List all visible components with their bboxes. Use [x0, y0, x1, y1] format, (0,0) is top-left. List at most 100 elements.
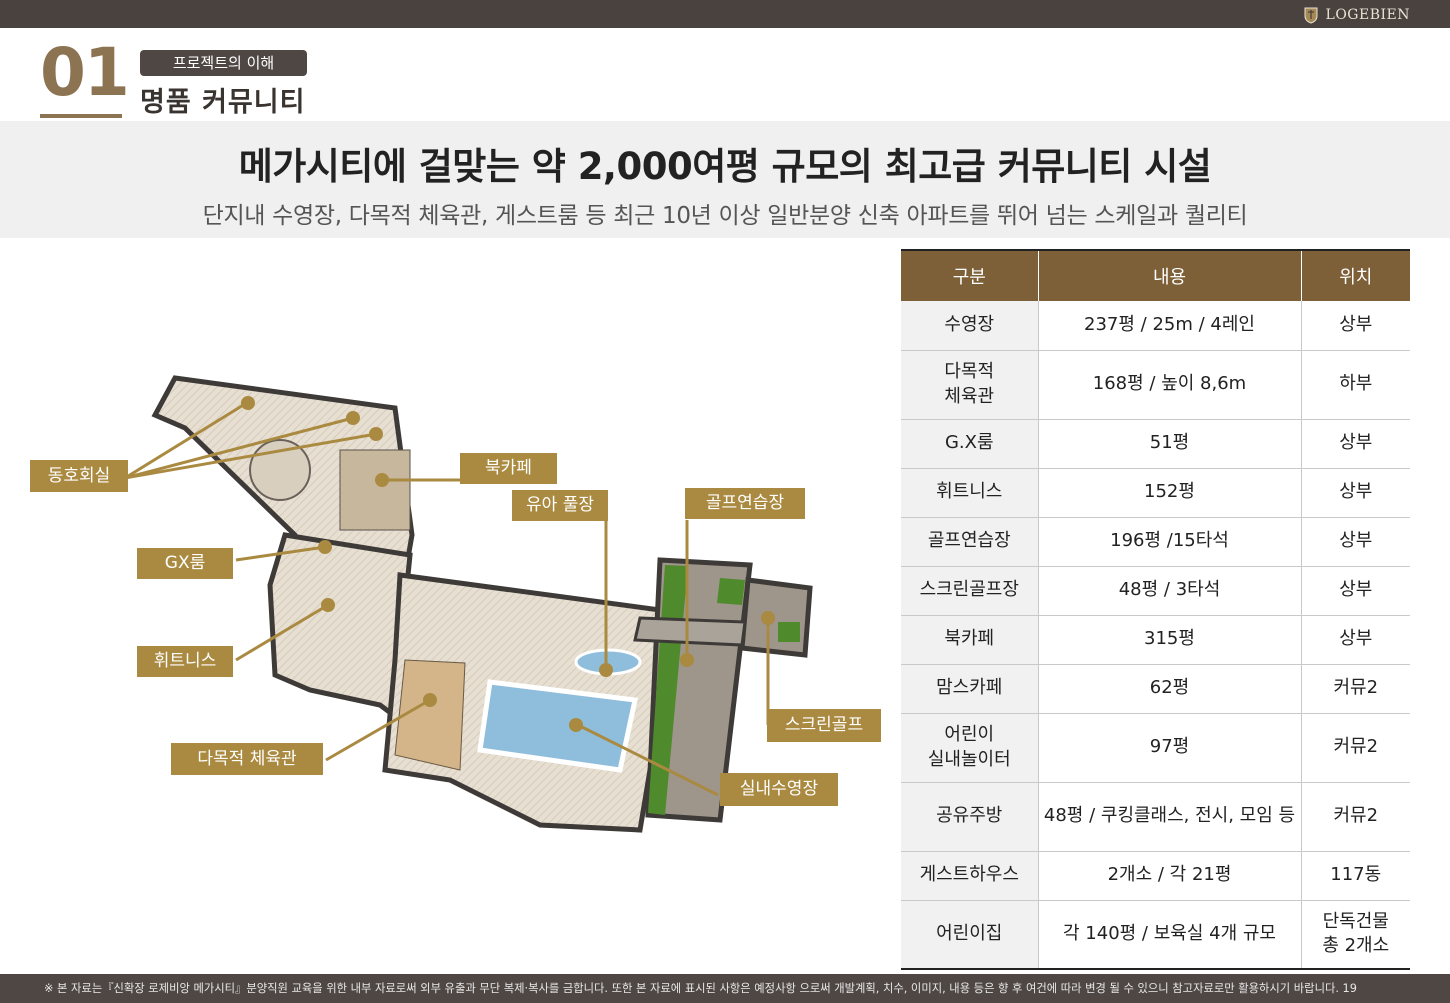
table-row: 북카페 315평 상부	[901, 615, 1410, 665]
cell-category: G.X룸	[901, 419, 1038, 469]
label-kids-pool: 유아 풀장	[512, 490, 608, 521]
cell-line: 상부	[1339, 530, 1373, 552]
cell-location: 커뮤2	[1300, 782, 1410, 852]
plan-bookcafe-room	[339, 449, 411, 531]
cell-line: 스크린골프장	[919, 579, 1019, 601]
cell-line: 97평	[1149, 736, 1190, 758]
cell-category: 스크린골프장	[901, 566, 1038, 616]
cell-location: 상부	[1300, 419, 1410, 469]
cell-category: 골프연습장	[901, 517, 1038, 567]
cell-line: 게스트하우스	[919, 864, 1019, 886]
cell-line: 168평 / 높이 8,6m	[1092, 373, 1247, 395]
cell-content: 315평	[1037, 615, 1301, 665]
cell-location: 상부	[1300, 615, 1410, 665]
cell-location: 단독건물 총 2개소	[1300, 900, 1410, 970]
cell-content: 97평	[1037, 713, 1301, 783]
cell-line: 하부	[1339, 373, 1373, 395]
cell-content: 168평 / 높이 8,6m	[1037, 350, 1301, 420]
top-bar: LOGEBIEN	[0, 0, 1450, 28]
table-body: 수영장 237평 / 25m / 4레인 상부 다목적 체육관 168평 / 높이 8,6…	[901, 301, 1410, 970]
cell-line: 북카페	[944, 628, 995, 650]
section-number: 01	[40, 34, 130, 111]
cell-line: 체육관	[944, 385, 995, 407]
table-row: 골프연습장 196평 /15타석 상부	[901, 517, 1410, 567]
brand-logo: LOGEBIEN	[1302, 6, 1410, 24]
cell-line: 51평	[1149, 432, 1190, 454]
cell-line: 공유주방	[936, 805, 1003, 827]
headline: 메가시티에 걸맞는 약 2,000여평 규모의 최고급 커뮤니티 시설	[238, 145, 1212, 188]
section-tag: 프로젝트의 이해	[140, 50, 307, 76]
page: LOGEBIEN 01 프로젝트의 이해 명품 커뮤니티 메가시티에 걸맞는 약…	[0, 0, 1450, 1003]
table-row: 스크린골프장 48평 / 3타석 상부	[901, 566, 1410, 616]
cell-location: 커뮤2	[1300, 664, 1410, 714]
footer-disclaimer: ※ 본 자료는『신확장 로제비앙 메가시티』분양직원 교육을 위한 내부 자료로…	[0, 974, 1450, 1003]
col-header-category: 구분	[901, 250, 1038, 301]
cell-line: 48평 / 3타석	[1118, 579, 1221, 601]
cell-location: 상부	[1300, 468, 1410, 518]
cell-line: 상부	[1339, 432, 1373, 454]
label-club-room: 동호회실	[30, 460, 128, 492]
cell-line: 다목적	[944, 361, 995, 383]
cell-location: 상부	[1300, 517, 1410, 567]
cell-category: 수영장	[901, 301, 1038, 351]
table-row: 게스트하우스 2개소 / 각 21평 117동	[901, 851, 1410, 901]
cell-content: 51평	[1037, 419, 1301, 469]
cell-category: 휘트니스	[901, 468, 1038, 518]
table-row: G.X룸 51평 상부	[901, 419, 1410, 469]
cell-line: 맘스카페	[936, 677, 1003, 699]
cell-content: 48평 / 쿠킹클래스, 전시, 모임 등	[1037, 782, 1301, 852]
cell-content: 각 140평 / 보육실 4개 규모	[1037, 900, 1301, 970]
cell-line: 어린이집	[936, 923, 1003, 945]
cell-content: 196평 /15타석	[1037, 517, 1301, 567]
cell-line: 237평 / 25m / 4레인	[1084, 314, 1255, 336]
cell-category: 어린이 실내놀이터	[901, 713, 1038, 783]
col-header-location: 위치	[1300, 250, 1410, 301]
cell-line: 단독건물	[1322, 910, 1389, 932]
label-book-cafe: 북카페	[460, 453, 557, 484]
facility-table: 구분 내용 위치 수영장 237평 / 25m / 4레인 상부 다목적 체육관 168평…	[901, 249, 1410, 970]
cell-line: 152평	[1144, 481, 1195, 503]
brand-name: LOGEBIEN	[1325, 7, 1410, 23]
col-header-content: 내용	[1037, 250, 1301, 301]
section-number-underline	[40, 114, 122, 118]
cell-location: 커뮤2	[1300, 713, 1410, 783]
section-title: 명품 커뮤니티	[140, 87, 306, 118]
cell-content: 2개소 / 각 21평	[1037, 851, 1301, 901]
cell-line: 커뮤2	[1333, 805, 1379, 827]
table-row: 공유주방 48평 / 쿠킹클래스, 전시, 모임 등 커뮤2	[901, 782, 1410, 852]
cell-line: 각 140평 / 보육실 4개 규모	[1063, 923, 1276, 945]
cell-content: 62평	[1037, 664, 1301, 714]
cell-line: 62평	[1149, 677, 1190, 699]
cell-location: 상부	[1300, 301, 1410, 351]
cell-line: 골프연습장	[927, 530, 1011, 552]
label-gx-room: GX룸	[137, 548, 233, 579]
table-row: 다목적 체육관 168평 / 높이 8,6m 하부	[901, 350, 1410, 420]
cell-line: 상부	[1339, 481, 1373, 503]
cell-category: 북카페	[901, 615, 1038, 665]
cell-line: 2개소 / 각 21평	[1107, 864, 1232, 886]
cell-location: 상부	[1300, 566, 1410, 616]
cell-line: 커뮤2	[1333, 736, 1379, 758]
table-row: 어린이집 각 140평 / 보육실 4개 규모 단독건물 총 2개소	[901, 900, 1410, 970]
cell-category: 다목적 체육관	[901, 350, 1038, 420]
cell-line: 117동	[1330, 864, 1382, 886]
cell-line: 휘트니스	[936, 481, 1003, 503]
table-row: 수영장 237평 / 25m / 4레인 상부	[901, 301, 1410, 351]
subheadline: 단지내 수영장, 다목적 체육관, 게스트룸 등 최근 10년 이상 일반분양 …	[202, 203, 1248, 229]
cell-line: 커뮤2	[1333, 677, 1379, 699]
plan-screengolf-wing	[739, 577, 813, 658]
cell-line: G.X룸	[944, 432, 994, 454]
cell-line: 실내놀이터	[927, 748, 1011, 770]
label-golf-range: 골프연습장	[685, 488, 805, 519]
cell-line: 상부	[1339, 314, 1373, 336]
label-indoor-pool: 실내수영장	[720, 773, 838, 806]
cell-location: 117동	[1300, 851, 1410, 901]
cell-category: 어린이집	[901, 900, 1038, 970]
cell-line: 315평	[1144, 628, 1195, 650]
table-row: 어린이 실내놀이터 97평 커뮤2	[901, 713, 1410, 783]
community-floor-plan	[124, 375, 813, 833]
table-row: 휘트니스 152평 상부	[901, 468, 1410, 518]
label-fitness: 휘트니스	[137, 646, 233, 677]
cell-location: 하부	[1300, 350, 1410, 420]
cell-content: 48평 / 3타석	[1037, 566, 1301, 616]
